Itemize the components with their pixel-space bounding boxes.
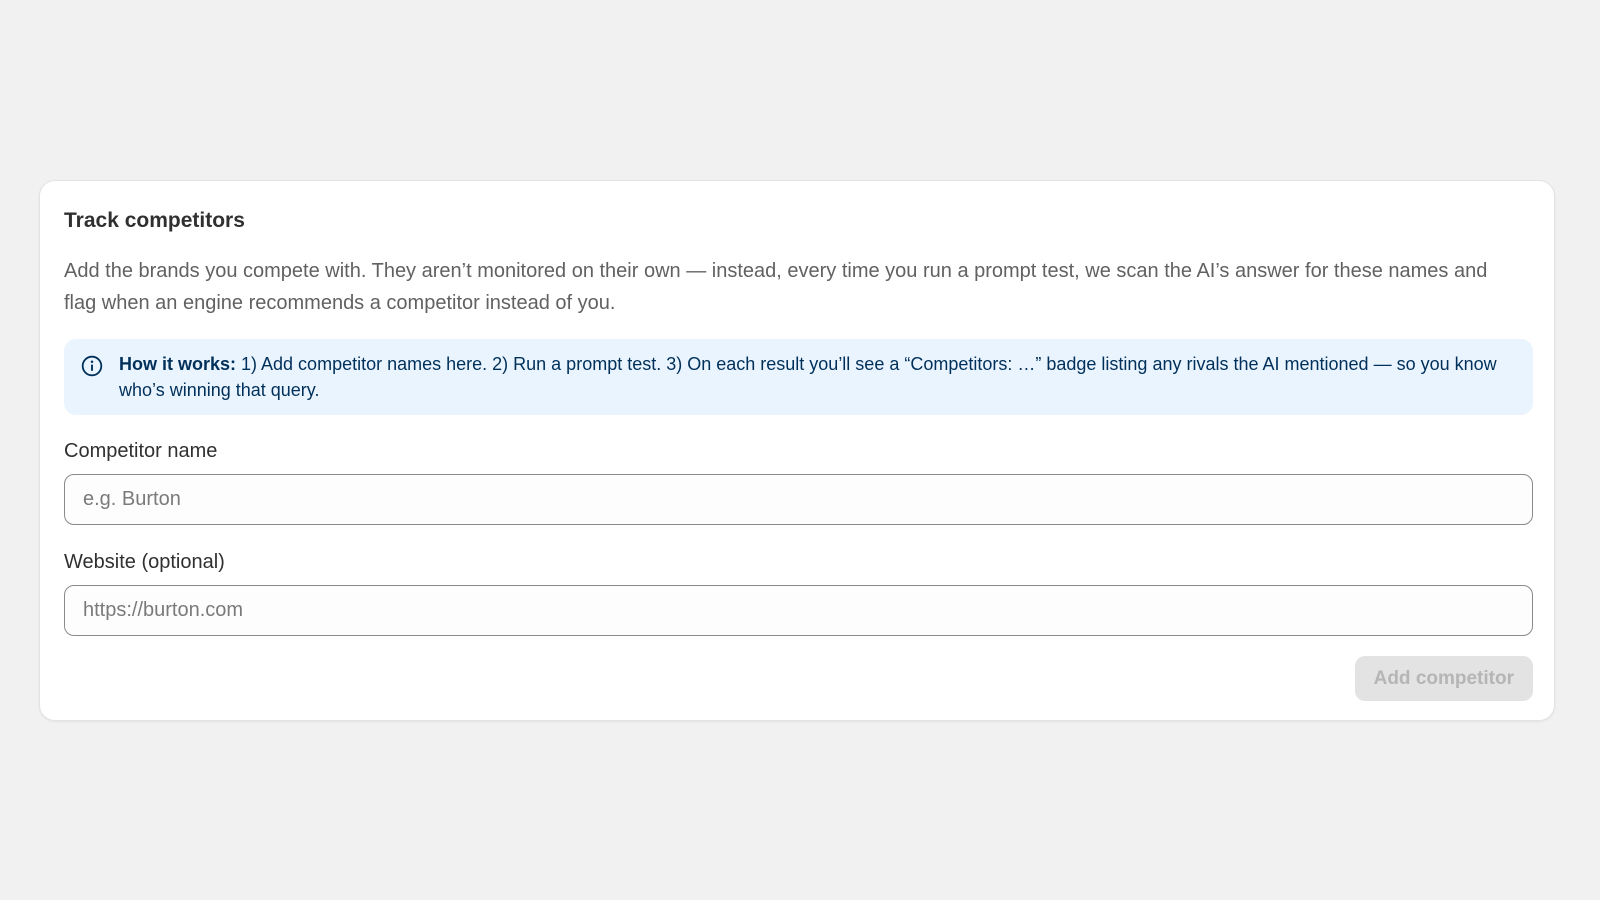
- info-icon: [81, 355, 103, 377]
- website-label: Website (optional): [64, 551, 225, 573]
- info-banner-body: 1) Add competitor names here. 2) Run a p…: [119, 354, 1497, 400]
- info-banner-heading: How it works:: [119, 354, 237, 374]
- track-competitors-card: Track competitors Add the brands you com…: [39, 180, 1555, 721]
- card-title: Track competitors: [64, 209, 245, 232]
- info-banner-text: How it works: 1) Add competitor names he…: [119, 351, 1515, 403]
- card-description: Add the brands you compete with. They ar…: [64, 260, 1488, 314]
- website-input[interactable]: [64, 585, 1533, 636]
- add-competitor-button[interactable]: Add competitor: [1354, 656, 1533, 701]
- competitor-name-input[interactable]: [64, 474, 1533, 525]
- info-banner: How it works: 1) Add competitor names he…: [64, 339, 1533, 415]
- form-actions: Add competitor: [64, 656, 1533, 701]
- competitor-name-label: Competitor name: [64, 440, 218, 462]
